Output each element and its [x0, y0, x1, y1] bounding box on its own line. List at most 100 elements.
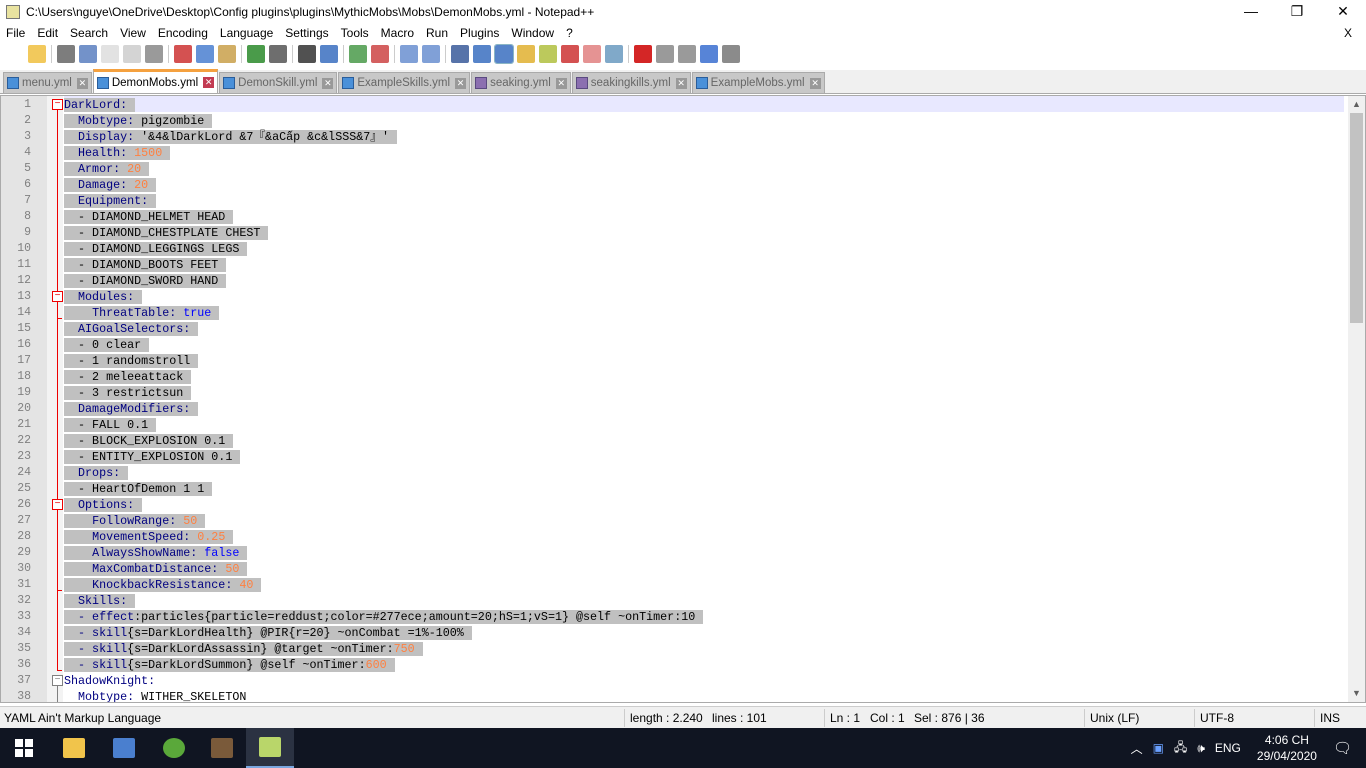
code-line[interactable]: Skills: [64, 593, 136, 609]
menu-encoding[interactable]: Encoding [152, 26, 214, 40]
menu-file[interactable]: File [0, 26, 31, 40]
editor[interactable]: 1 2 3 4 5 6 7 8 9 10 11 12 13 14 15 16 17 18 19 20 21 22 23 24 2… [0, 95, 1366, 703]
close-button[interactable]: ✕ [1320, 0, 1366, 24]
code-line[interactable]: - BLOCK_EXPLOSION 0.1 [64, 433, 234, 449]
open-icon[interactable] [28, 45, 46, 63]
code-line[interactable]: Armor: 20 [64, 161, 150, 177]
scroll-up-arrow-icon[interactable]: ▲ [1348, 96, 1365, 113]
volume-icon[interactable]: 🕪 [1197, 741, 1205, 756]
code-line[interactable]: KnockbackResistance: 40 [64, 577, 262, 593]
menu-plugins[interactable]: Plugins [454, 26, 505, 40]
close-document-button[interactable]: X [1338, 26, 1358, 40]
code-line[interactable]: - skill{s=DarkLordHealth} @PIR{r=20} ~on… [64, 625, 472, 641]
sync-h-icon[interactable] [422, 45, 440, 63]
function-list-icon[interactable] [561, 45, 579, 63]
minimize-button[interactable]: — [1228, 0, 1274, 24]
code-line[interactable]: - DIAMOND_HELMET HEAD [64, 209, 234, 225]
show-hidden-icons-icon[interactable]: ︿ [1131, 740, 1143, 757]
play-multi-icon[interactable] [700, 45, 718, 63]
code-line[interactable]: - FALL 0.1 [64, 417, 157, 433]
code-line[interactable]: DarkLord: [64, 97, 136, 113]
print-icon[interactable] [145, 45, 163, 63]
status-encoding[interactable]: UTF-8 [1200, 711, 1234, 725]
close-tab-icon[interactable]: ✕ [203, 77, 215, 88]
record-icon[interactable] [634, 45, 652, 63]
doc-map-icon[interactable] [539, 45, 557, 63]
code-line[interactable]: - DIAMOND_LEGGINGS LEGS [64, 241, 248, 257]
fold-toggle-icon[interactable]: − [52, 291, 63, 302]
code-line[interactable]: DamageModifiers: [64, 401, 199, 417]
menu-macro[interactable]: Macro [375, 26, 420, 40]
code-line[interactable]: Mobtype: pigzombie [64, 113, 213, 129]
close-icon[interactable] [101, 45, 119, 63]
tab-seakingkills[interactable]: seakingkills.yml ✕ [571, 72, 691, 93]
replace-icon[interactable] [320, 45, 338, 63]
tab-demonmobs[interactable]: DemonMobs.yml ✕ [92, 69, 219, 93]
menu-tools[interactable]: Tools [335, 26, 375, 40]
menu-search[interactable]: Search [64, 26, 114, 40]
network-icon[interactable]: 🖧 [1174, 738, 1187, 759]
all-chars-icon[interactable] [473, 45, 491, 63]
indent-guide-icon[interactable] [494, 44, 514, 64]
zoom-out-icon[interactable] [371, 45, 389, 63]
close-tab-icon[interactable]: ✕ [455, 77, 467, 89]
code-line[interactable]: Drops: [64, 465, 129, 481]
code-line[interactable]: Display: '&4&lDarkLord &7『&aCấp &c&lSSS&… [64, 129, 397, 145]
scroll-down-arrow-icon[interactable]: ▼ [1348, 685, 1365, 702]
menu-window[interactable]: Window [505, 26, 560, 40]
close-tab-icon[interactable]: ✕ [809, 77, 821, 89]
notifications-icon[interactable]: 🗨 [1333, 739, 1352, 757]
menu-help[interactable]: ? [560, 26, 579, 40]
zoom-in-icon[interactable] [349, 45, 367, 63]
undo-icon[interactable] [247, 45, 265, 63]
save-all-icon[interactable] [79, 45, 97, 63]
maximize-button[interactable]: ❐ [1274, 0, 1320, 24]
tab-exampleskills[interactable]: ExampleSkills.yml ✕ [338, 72, 471, 93]
code-line[interactable]: - DIAMOND_BOOTS FEET [64, 257, 227, 273]
code-line[interactable]: - 1 randomstroll [64, 353, 199, 369]
tab-menu[interactable]: menu.yml ✕ [3, 72, 92, 93]
menu-run[interactable]: Run [420, 26, 454, 40]
menu-settings[interactable]: Settings [279, 26, 334, 40]
taskbar-minecraft[interactable] [198, 728, 246, 768]
close-tab-icon[interactable]: ✕ [555, 77, 567, 89]
taskbar-browser[interactable] [150, 728, 198, 768]
udl-icon[interactable] [517, 45, 535, 63]
menu-view[interactable]: View [114, 26, 152, 40]
code-line[interactable]: MovementSpeed: 0.25 [64, 529, 234, 545]
code-line[interactable]: Options: [64, 497, 143, 513]
code-line[interactable]: - skill{s=DarkLordAssassin} @target ~onT… [64, 641, 423, 657]
play-icon[interactable] [678, 45, 696, 63]
clock[interactable]: 4:06 CH 29/04/2020 [1257, 732, 1317, 764]
code-line[interactable]: - effect:particles{particle=reddust;colo… [64, 609, 704, 625]
fold-toggle-icon[interactable]: − [52, 99, 63, 110]
copy-icon[interactable] [196, 45, 214, 63]
language-indicator[interactable]: ENG [1215, 741, 1241, 755]
start-button[interactable] [0, 728, 48, 768]
code-line[interactable]: Health: 1500 [64, 145, 171, 161]
code-line[interactable]: Modules: [64, 289, 143, 305]
monitor-icon[interactable] [605, 45, 623, 63]
redo-icon[interactable] [269, 45, 287, 63]
close-all-icon[interactable] [123, 45, 141, 63]
fold-toggle-icon[interactable]: − [52, 499, 63, 510]
menu-edit[interactable]: Edit [31, 26, 64, 40]
scrollbar-thumb[interactable] [1350, 113, 1363, 323]
code-line[interactable]: - 2 meleeattack [64, 369, 192, 385]
code-line[interactable]: MaxCombatDistance: 50 [64, 561, 248, 577]
find-icon[interactable] [298, 45, 316, 63]
code-line[interactable]: FollowRange: 50 [64, 513, 206, 529]
code-line[interactable]: - 3 restrictsun [64, 385, 192, 401]
save-macro-icon[interactable] [722, 45, 740, 63]
paste-icon[interactable] [218, 45, 236, 63]
tab-examplemobs[interactable]: ExampleMobs.yml ✕ [691, 72, 825, 93]
code-line[interactable]: - DIAMOND_SWORD HAND [64, 273, 227, 289]
tab-seaking[interactable]: seaking.yml ✕ [471, 72, 571, 93]
code-line[interactable]: Mobtype: WITHER_SKELETON [64, 689, 246, 702]
code-line[interactable]: - DIAMOND_CHESTPLATE CHEST [64, 225, 269, 241]
status-eol[interactable]: Unix (LF) [1090, 711, 1139, 725]
fold-toggle-icon[interactable]: − [52, 675, 63, 686]
input-method-icon[interactable]: ▣ [1153, 741, 1164, 755]
code-line[interactable]: - 0 clear [64, 337, 150, 353]
cut-icon[interactable] [174, 45, 192, 63]
